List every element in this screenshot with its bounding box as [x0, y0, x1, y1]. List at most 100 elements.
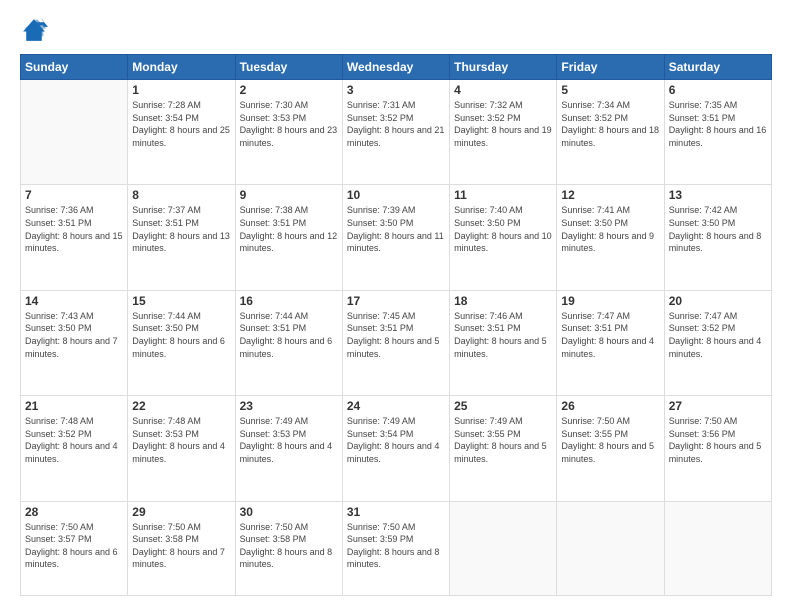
day-info: Sunrise: 7:47 AMSunset: 3:52 PMDaylight:… [669, 310, 767, 360]
day-number: 18 [454, 294, 552, 308]
day-number: 24 [347, 399, 445, 413]
calendar-cell [450, 501, 557, 595]
day-info: Sunrise: 7:37 AMSunset: 3:51 PMDaylight:… [132, 204, 230, 254]
day-number: 20 [669, 294, 767, 308]
day-info: Sunrise: 7:48 AMSunset: 3:52 PMDaylight:… [25, 415, 123, 465]
day-info: Sunrise: 7:48 AMSunset: 3:53 PMDaylight:… [132, 415, 230, 465]
day-number: 4 [454, 83, 552, 97]
calendar-cell: 16 Sunrise: 7:44 AMSunset: 3:51 PMDayligh… [235, 290, 342, 395]
calendar-cell: 5 Sunrise: 7:34 AMSunset: 3:52 PMDaylight… [557, 80, 664, 185]
day-number: 6 [669, 83, 767, 97]
calendar-cell: 22 Sunrise: 7:48 AMSunset: 3:53 PMDayligh… [128, 396, 235, 501]
week-row-2: 7 Sunrise: 7:36 AMSunset: 3:51 PMDaylight… [21, 185, 772, 290]
day-info: Sunrise: 7:36 AMSunset: 3:51 PMDaylight:… [25, 204, 123, 254]
day-number: 23 [240, 399, 338, 413]
day-info: Sunrise: 7:46 AMSunset: 3:51 PMDaylight:… [454, 310, 552, 360]
calendar-cell: 10Sunrise: 7:39 AMSunset: 3:50 PMDayligh… [342, 185, 449, 290]
day-number: 22 [132, 399, 230, 413]
weekday-header-friday: Friday [557, 55, 664, 80]
day-number: 1 [132, 83, 230, 97]
logo [20, 16, 52, 44]
day-info: Sunrise: 7:50 AMSunset: 3:59 PMDaylight:… [347, 521, 445, 571]
day-info: Sunrise: 7:50 AMSunset: 3:58 PMDaylight:… [240, 521, 338, 571]
calendar-cell: 8 Sunrise: 7:37 AMSunset: 3:51 PMDaylight… [128, 185, 235, 290]
calendar-cell: 11 Sunrise: 7:40 AMSunset: 3:50 PMDayligh… [450, 185, 557, 290]
day-number: 8 [132, 188, 230, 202]
day-info: Sunrise: 7:49 AMSunset: 3:54 PMDaylight:… [347, 415, 445, 465]
calendar-cell: 14 Sunrise: 7:43 AMSunset: 3:50 PMDayligh… [21, 290, 128, 395]
calendar-cell: 19Sunrise: 7:47 AMSunset: 3:51 PMDayligh… [557, 290, 664, 395]
calendar-cell: 9 Sunrise: 7:38 AMSunset: 3:51 PMDaylight… [235, 185, 342, 290]
day-info: Sunrise: 7:40 AMSunset: 3:50 PMDaylight:… [454, 204, 552, 254]
day-number: 30 [240, 505, 338, 519]
day-info: Sunrise: 7:50 AMSunset: 3:57 PMDaylight:… [25, 521, 123, 571]
calendar-cell: 29 Sunrise: 7:50 AMSunset: 3:58 PMDayligh… [128, 501, 235, 595]
calendar-cell: 13 Sunrise: 7:42 AMSunset: 3:50 PMDayligh… [664, 185, 771, 290]
calendar-cell: 30 Sunrise: 7:50 AMSunset: 3:58 PMDayligh… [235, 501, 342, 595]
day-info: Sunrise: 7:50 AMSunset: 3:56 PMDaylight:… [669, 415, 767, 465]
day-info: Sunrise: 7:49 AMSunset: 3:53 PMDaylight:… [240, 415, 338, 465]
calendar-cell: 12 Sunrise: 7:41 AMSunset: 3:50 PMDayligh… [557, 185, 664, 290]
weekday-header-monday: Monday [128, 55, 235, 80]
day-info: Sunrise: 7:50 AMSunset: 3:58 PMDaylight:… [132, 521, 230, 571]
day-info: Sunrise: 7:38 AMSunset: 3:51 PMDaylight:… [240, 204, 338, 254]
calendar-cell [21, 80, 128, 185]
week-row-5: 28 Sunrise: 7:50 AMSunset: 3:57 PMDayligh… [21, 501, 772, 595]
weekday-header-saturday: Saturday [664, 55, 771, 80]
day-info: Sunrise: 7:42 AMSunset: 3:50 PMDaylight:… [669, 204, 767, 254]
day-number: 9 [240, 188, 338, 202]
day-number: 3 [347, 83, 445, 97]
day-number: 13 [669, 188, 767, 202]
calendar-cell: 28 Sunrise: 7:50 AMSunset: 3:57 PMDayligh… [21, 501, 128, 595]
day-info: Sunrise: 7:28 AMSunset: 3:54 PMDaylight:… [132, 99, 230, 149]
day-info: Sunrise: 7:44 AMSunset: 3:50 PMDaylight:… [132, 310, 230, 360]
calendar-cell [664, 501, 771, 595]
calendar-cell: 7 Sunrise: 7:36 AMSunset: 3:51 PMDaylight… [21, 185, 128, 290]
calendar-cell: 26Sunrise: 7:50 AMSunset: 3:55 PMDayligh… [557, 396, 664, 501]
day-number: 31 [347, 505, 445, 519]
weekday-header-wednesday: Wednesday [342, 55, 449, 80]
calendar-cell: 3 Sunrise: 7:31 AMSunset: 3:52 PMDaylight… [342, 80, 449, 185]
day-number: 14 [25, 294, 123, 308]
day-info: Sunrise: 7:49 AMSunset: 3:55 PMDaylight:… [454, 415, 552, 465]
day-number: 7 [25, 188, 123, 202]
day-number: 5 [561, 83, 659, 97]
calendar-cell: 27 Sunrise: 7:50 AMSunset: 3:56 PMDayligh… [664, 396, 771, 501]
day-number: 12 [561, 188, 659, 202]
calendar-cell: 4Sunrise: 7:32 AMSunset: 3:52 PMDaylight… [450, 80, 557, 185]
page: SundayMondayTuesdayWednesdayThursdayFrid… [0, 0, 792, 612]
calendar-cell: 21Sunrise: 7:48 AMSunset: 3:52 PMDayligh… [21, 396, 128, 501]
calendar-cell: 6 Sunrise: 7:35 AMSunset: 3:51 PMDaylight… [664, 80, 771, 185]
day-info: Sunrise: 7:44 AMSunset: 3:51 PMDaylight:… [240, 310, 338, 360]
day-number: 27 [669, 399, 767, 413]
day-info: Sunrise: 7:35 AMSunset: 3:51 PMDaylight:… [669, 99, 767, 149]
calendar-cell: 15 Sunrise: 7:44 AMSunset: 3:50 PMDayligh… [128, 290, 235, 395]
day-number: 16 [240, 294, 338, 308]
day-info: Sunrise: 7:45 AMSunset: 3:51 PMDaylight:… [347, 310, 445, 360]
calendar-cell: 17 Sunrise: 7:45 AMSunset: 3:51 PMDayligh… [342, 290, 449, 395]
calendar-cell: 25Sunrise: 7:49 AMSunset: 3:55 PMDayligh… [450, 396, 557, 501]
day-info: Sunrise: 7:34 AMSunset: 3:52 PMDaylight:… [561, 99, 659, 149]
day-info: Sunrise: 7:39 AMSunset: 3:50 PMDaylight:… [347, 204, 445, 254]
day-info: Sunrise: 7:41 AMSunset: 3:50 PMDaylight:… [561, 204, 659, 254]
day-number: 19 [561, 294, 659, 308]
calendar-cell: 24 Sunrise: 7:49 AMSunset: 3:54 PMDayligh… [342, 396, 449, 501]
day-number: 17 [347, 294, 445, 308]
day-info: Sunrise: 7:43 AMSunset: 3:50 PMDaylight:… [25, 310, 123, 360]
week-row-1: 1 Sunrise: 7:28 AMSunset: 3:54 PMDaylight… [21, 80, 772, 185]
weekday-header-sunday: Sunday [21, 55, 128, 80]
calendar-cell: 2 Sunrise: 7:30 AMSunset: 3:53 PMDaylight… [235, 80, 342, 185]
day-number: 15 [132, 294, 230, 308]
day-number: 2 [240, 83, 338, 97]
day-number: 29 [132, 505, 230, 519]
day-info: Sunrise: 7:31 AMSunset: 3:52 PMDaylight:… [347, 99, 445, 149]
weekday-header-thursday: Thursday [450, 55, 557, 80]
day-info: Sunrise: 7:30 AMSunset: 3:53 PMDaylight:… [240, 99, 338, 149]
calendar-table: SundayMondayTuesdayWednesdayThursdayFrid… [20, 54, 772, 596]
week-row-3: 14 Sunrise: 7:43 AMSunset: 3:50 PMDayligh… [21, 290, 772, 395]
day-info: Sunrise: 7:50 AMSunset: 3:55 PMDaylight:… [561, 415, 659, 465]
day-number: 28 [25, 505, 123, 519]
calendar-cell: 1 Sunrise: 7:28 AMSunset: 3:54 PMDaylight… [128, 80, 235, 185]
calendar-cell: 18 Sunrise: 7:46 AMSunset: 3:51 PMDayligh… [450, 290, 557, 395]
day-number: 11 [454, 188, 552, 202]
